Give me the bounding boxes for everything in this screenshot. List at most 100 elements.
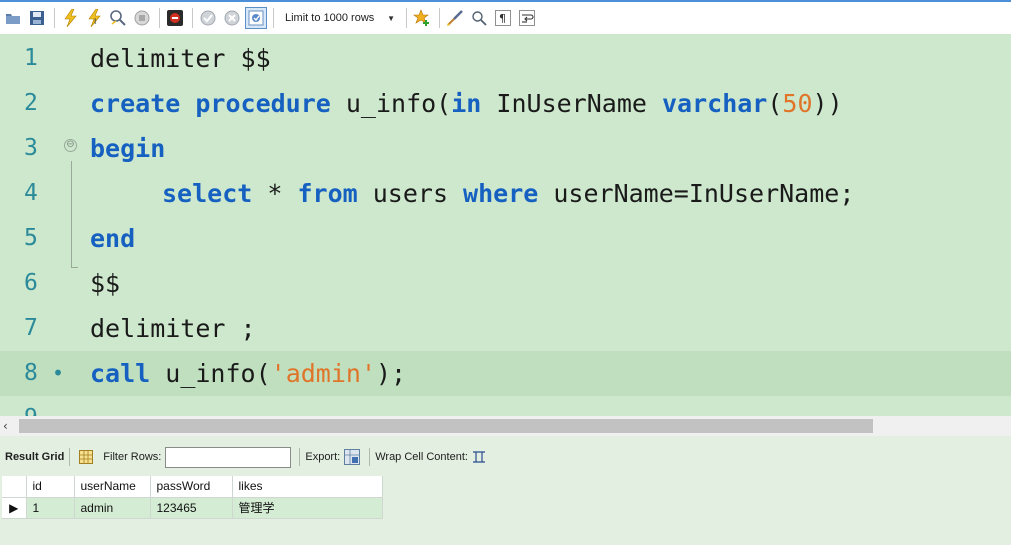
code-text: $$ xyxy=(90,261,120,306)
code-line[interactable]: 6 $$ xyxy=(0,261,1011,306)
toolbar-separator xyxy=(159,8,160,28)
toolbar-separator xyxy=(299,448,301,466)
grid-header-row: id userName passWord likes xyxy=(2,476,383,498)
wrap-cell-toggle-icon[interactable] xyxy=(472,451,486,463)
svg-text:¶: ¶ xyxy=(499,12,506,25)
cell-id[interactable]: 1 xyxy=(26,497,75,519)
code-text: begin xyxy=(90,126,165,171)
line-number: 3 xyxy=(24,135,38,161)
code-text: call u_info('admin'); xyxy=(90,351,406,396)
toolbar-separator xyxy=(69,448,71,466)
code-line[interactable]: 3 begin xyxy=(0,126,1011,171)
sql-text: delimiter ; xyxy=(90,314,256,343)
code-line[interactable]: 2 create procedure u_info(in InUserName v… xyxy=(0,81,1011,126)
sql-text: $$ xyxy=(90,269,121,298)
toggle-continue-on-error-icon[interactable] xyxy=(164,7,186,29)
sql-keyword: select xyxy=(162,179,253,208)
sql-keyword: in xyxy=(451,89,482,118)
chevron-down-icon: ▼ xyxy=(387,13,395,23)
find-icon[interactable] xyxy=(468,7,490,29)
fold-guide-end xyxy=(71,267,78,268)
sql-text: u_info( xyxy=(330,89,452,118)
sql-literal: 50 xyxy=(782,89,813,118)
wrap-lines-icon[interactable] xyxy=(516,7,538,29)
line-number: 7 xyxy=(24,315,38,341)
current-statement-marker: • xyxy=(52,361,65,385)
result-grid-tab[interactable]: Result Grid xyxy=(5,451,64,463)
stop-icon[interactable] xyxy=(131,7,153,29)
cell-likes[interactable]: 管理学 xyxy=(232,497,383,519)
execute-current-lightning-icon[interactable]: I xyxy=(83,7,105,29)
sql-keyword: begin xyxy=(90,134,166,163)
sql-keyword: varchar xyxy=(661,89,768,118)
save-icon[interactable] xyxy=(26,7,48,29)
toolbar-separator xyxy=(406,8,407,28)
cell-username[interactable]: admin xyxy=(74,497,151,519)
sql-keyword: where xyxy=(463,179,539,208)
column-header-password[interactable]: passWord xyxy=(150,476,233,498)
table-row[interactable]: ▶ 1 admin 123465 管理学 xyxy=(2,497,383,519)
result-panel: Result Grid Filter Rows: Export: Wrap Ce… xyxy=(0,436,1011,545)
execute-lightning-icon[interactable] xyxy=(59,7,81,29)
invisible-chars-icon[interactable]: ¶ xyxy=(492,7,514,29)
export-label: Export: xyxy=(305,451,341,463)
toolbar-separator xyxy=(369,448,371,466)
explain-magnifier-icon[interactable] xyxy=(107,7,129,29)
code-line[interactable]: 1 delimiter $$ xyxy=(0,36,1011,81)
cell-password[interactable]: 123465 xyxy=(150,497,233,519)
filter-rows-label: Filter Rows: xyxy=(103,451,162,463)
sql-keyword: call xyxy=(90,359,151,388)
code-text: end xyxy=(90,216,135,261)
add-snippet-star-icon[interactable] xyxy=(411,7,433,29)
sql-keyword: from xyxy=(297,179,358,208)
beautify-brush-icon[interactable] xyxy=(444,7,466,29)
column-header-id[interactable]: id xyxy=(26,476,75,498)
code-line[interactable]: 7 delimiter ; xyxy=(0,306,1011,351)
fold-collapse-icon[interactable]: ⊖ xyxy=(64,139,77,152)
line-number: 9 xyxy=(24,396,54,416)
editor-horizontal-scrollbar[interactable]: ‹ xyxy=(0,416,1011,436)
sql-code-editor[interactable]: 1 delimiter $$ 2 create procedure u_info(in… xyxy=(0,34,1011,416)
line-number: 2 xyxy=(24,90,38,116)
column-header-likes[interactable]: likes xyxy=(232,476,383,498)
line-number: 1 xyxy=(24,45,38,71)
sql-keyword: create procedure xyxy=(90,89,331,118)
code-text: delimiter ; xyxy=(90,306,256,351)
sql-text: * xyxy=(252,179,298,208)
commit-icon[interactable] xyxy=(197,7,219,29)
grid-view-icon[interactable] xyxy=(79,450,94,464)
filter-rows-input[interactable] xyxy=(165,446,292,468)
scrollbar-thumb[interactable] xyxy=(19,419,873,433)
export-grid-icon[interactable] xyxy=(344,449,361,465)
toolbar-separator xyxy=(439,8,440,28)
scroll-left-arrow-icon[interactable]: ‹ xyxy=(3,416,17,436)
wrap-cell-content-label: Wrap Cell Content: xyxy=(375,451,468,463)
svg-text:I: I xyxy=(94,17,96,26)
autocommit-toggle-icon[interactable] xyxy=(245,7,267,29)
toolbar-separator xyxy=(192,8,193,28)
sql-text: u_info( xyxy=(150,359,271,388)
toolbar-separator xyxy=(273,8,274,28)
sql-editor-toolbar: I Limit to 1000 rows ▼ ¶ xyxy=(0,0,1011,34)
code-line[interactable]: 4 select * from users where userName=InUs… xyxy=(0,171,1011,216)
sql-text: ( xyxy=(767,89,783,118)
row-header-corner xyxy=(2,476,27,498)
open-folder-icon[interactable] xyxy=(2,7,24,29)
code-line[interactable]: 9 xyxy=(0,396,1011,416)
line-number: 8 xyxy=(24,360,38,386)
sql-text: users xyxy=(357,179,464,208)
sql-text: delimiter $$ xyxy=(90,44,271,73)
row-pointer-icon[interactable]: ▶ xyxy=(2,497,27,519)
sql-keyword: end xyxy=(90,224,136,253)
code-text: select * from users where userName=InUse… xyxy=(162,171,854,216)
column-header-username[interactable]: userName xyxy=(74,476,151,498)
row-limit-select[interactable]: Limit to 1000 rows ▼ xyxy=(278,8,402,28)
sql-literal: 'admin' xyxy=(270,359,376,388)
rollback-icon[interactable] xyxy=(221,7,243,29)
row-limit-label: Limit to 1000 rows xyxy=(285,12,375,24)
code-line[interactable]: 8 • call u_info('admin'); xyxy=(0,351,1011,396)
line-number: 4 xyxy=(24,180,38,206)
code-text: create procedure u_info(in InUserName va… xyxy=(90,81,843,126)
code-line[interactable]: 5 end xyxy=(0,216,1011,261)
line-number: 6 xyxy=(24,270,38,296)
